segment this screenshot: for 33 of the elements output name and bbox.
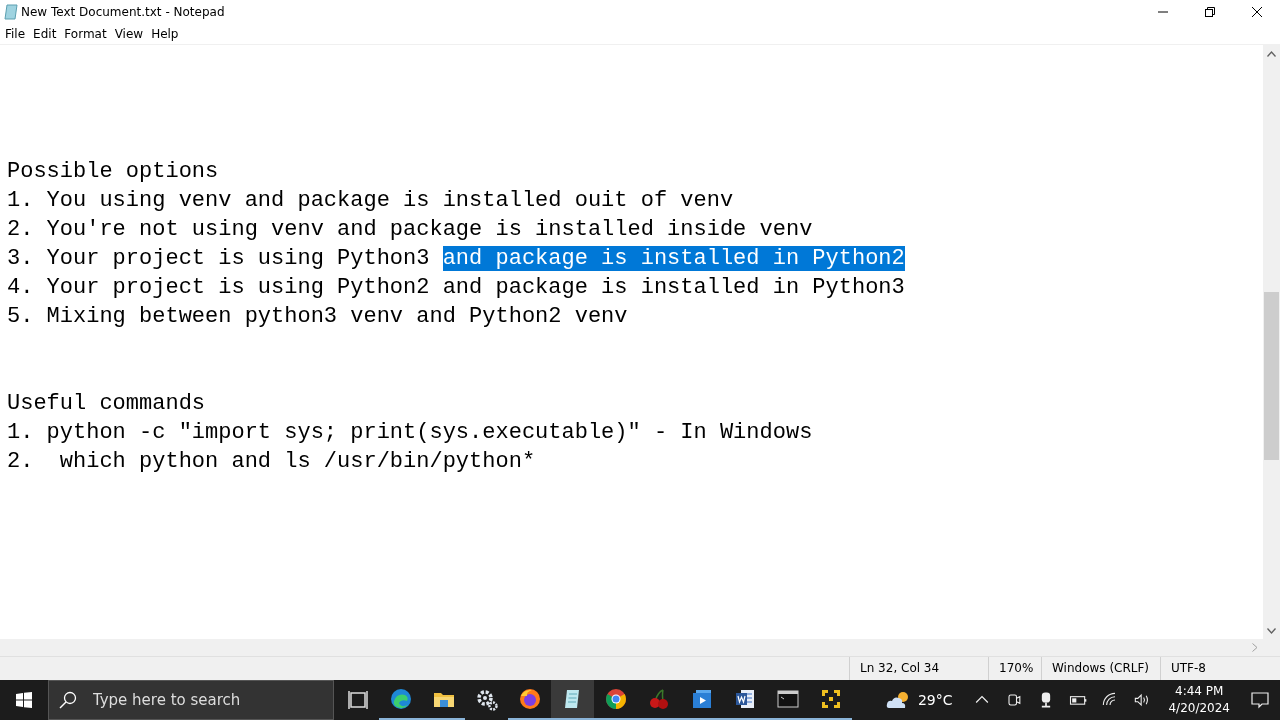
- wave-logo-icon: [388, 687, 413, 711]
- search-input[interactable]: Type here to search: [90, 690, 333, 710]
- text-line: 1. You using venv and package is installed ouit of venv: [7, 188, 734, 213]
- menu-item[interactable]: View: [110, 23, 148, 44]
- text-line: 3. Your project is using Python3 and package is installed in Python2: [7, 246, 905, 271]
- close-icon: [1251, 6, 1262, 17]
- fox-logo-icon: [517, 687, 542, 711]
- text-line: 1. python -c "import sys; print(sys.executable)" - In Windows: [7, 420, 813, 445]
- terminal-icon: [775, 687, 800, 711]
- window-title: New Text Document.txt - Notepad: [21, 4, 226, 19]
- text-line: Possible options: [7, 159, 219, 184]
- text-line: Useful commands: [7, 391, 206, 416]
- menu-item[interactable]: Format: [60, 23, 111, 44]
- gear-icon: [474, 688, 499, 712]
- menu-item[interactable]: Help: [147, 23, 183, 44]
- text-line: 2. which python and ls /usr/bin/python*: [7, 449, 536, 474]
- clock[interactable]: 4:44 PM 4/20/2024: [1168, 683, 1230, 717]
- task-view-icon: [345, 688, 370, 712]
- scrollbar-thumb[interactable]: [1264, 292, 1279, 460]
- taskbar-button[interactable]: [551, 680, 594, 720]
- search-field[interactable]: Type here to search: [48, 680, 334, 720]
- menu-item[interactable]: File: [1, 23, 30, 44]
- text-line: 4. Your project is using Python2 and package is installed in Python3: [7, 275, 905, 300]
- search-icon: [59, 691, 77, 709]
- text-line: 5. Mixing between python3 venv and Python2 venv: [7, 304, 628, 329]
- menu-item[interactable]: Edit: [29, 23, 61, 44]
- notification-icon: [1250, 690, 1270, 710]
- notepad-icon: [4, 3, 18, 20]
- windows-logo-icon: [16, 692, 32, 708]
- restore-icon: [1204, 6, 1215, 17]
- temperature-text: 29°C: [917, 692, 953, 708]
- ring-logo-icon: [603, 687, 628, 711]
- text-line: 2. You're not using venv and package is installed inside venv: [7, 217, 813, 242]
